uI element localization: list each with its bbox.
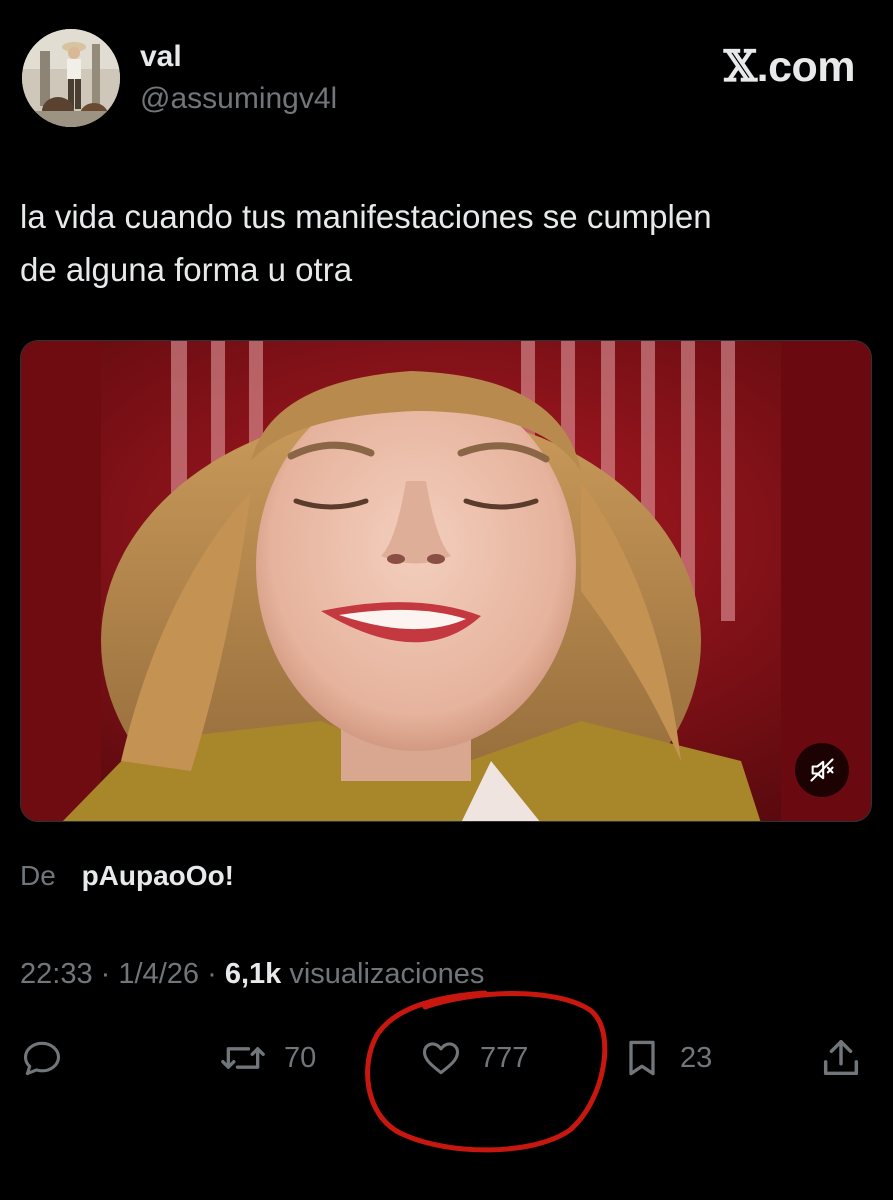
reply-icon xyxy=(23,1041,61,1076)
site-label-suffix: .com xyxy=(756,43,856,91)
retweet-count: 70 xyxy=(284,1041,317,1074)
handle[interactable]: @assumingv4l xyxy=(140,82,337,116)
tweet-meta: 22:33 · 1/4/26 · 6,1k visualizaciones xyxy=(20,958,484,991)
muted-speaker-icon xyxy=(810,758,834,782)
source-account-link[interactable]: pAupaoOo! xyxy=(82,860,234,891)
tweet-date[interactable]: 1/4/26 xyxy=(118,958,199,990)
tweet-text: la vida cuando tus manifestaciones se cu… xyxy=(20,190,870,296)
share-button[interactable] xyxy=(818,1028,864,1088)
retweet-icon xyxy=(221,1047,265,1069)
views-label: visualizaciones xyxy=(289,958,485,990)
profile-photo-icon xyxy=(22,29,120,127)
retweet-button[interactable]: 70 xyxy=(218,1028,316,1088)
avatar[interactable] xyxy=(22,29,120,127)
tweet-time[interactable]: 22:33 xyxy=(20,958,93,990)
display-name[interactable]: val xyxy=(140,40,182,74)
reply-button[interactable] xyxy=(20,1028,64,1088)
tweet-text-line: de alguna forma u otra xyxy=(20,251,353,288)
heart-icon xyxy=(422,1042,460,1075)
bookmark-count: 23 xyxy=(680,1041,713,1074)
tweet-screenshot: val @assumingv4l 𝕏.com la vida cuando tu… xyxy=(0,0,893,1200)
site-label: 𝕏.com xyxy=(723,42,856,92)
bookmark-button[interactable]: 23 xyxy=(620,1028,712,1088)
video-frame xyxy=(21,341,871,821)
like-button[interactable]: 777 xyxy=(418,1028,528,1088)
media-source: De pAupaoOo! xyxy=(20,860,234,892)
bookmark-icon xyxy=(629,1040,655,1076)
meta-separator: · xyxy=(207,958,217,990)
views-count: 6,1k xyxy=(224,958,282,990)
action-bar: 70 777 23 xyxy=(0,1028,893,1088)
source-prefix: De xyxy=(20,860,56,891)
tweet-text-line: la vida cuando tus manifestaciones se cu… xyxy=(20,198,712,235)
x-logo-icon: 𝕏 xyxy=(723,42,757,92)
mute-toggle-button[interactable] xyxy=(795,743,849,797)
like-count: 777 xyxy=(480,1041,529,1074)
meta-separator: · xyxy=(100,958,111,990)
share-icon xyxy=(823,1039,859,1076)
video-player[interactable] xyxy=(20,340,872,822)
